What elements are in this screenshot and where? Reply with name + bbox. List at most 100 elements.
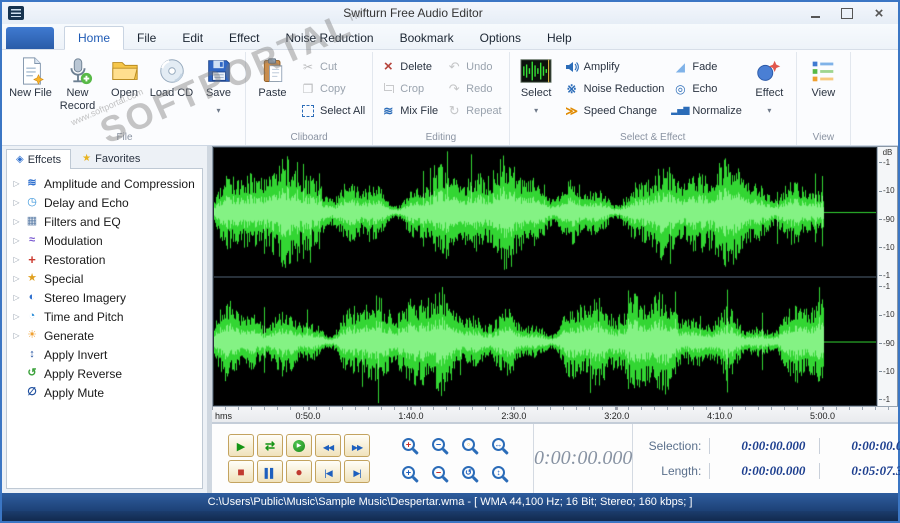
apply-invert-icon bbox=[24, 349, 40, 360]
effect-button[interactable]: Effect bbox=[746, 53, 793, 108]
save-dropdown-arrow-icon[interactable] bbox=[216, 100, 220, 108]
zoom-in-button[interactable] bbox=[398, 434, 419, 455]
app-menu-icon[interactable] bbox=[8, 6, 24, 20]
application-menu-button[interactable] bbox=[6, 27, 54, 49]
expand-arrow-icon[interactable] bbox=[9, 217, 24, 226]
tree-item-modulation[interactable]: Modulation bbox=[9, 231, 200, 250]
minimize-button[interactable] bbox=[802, 5, 828, 21]
vertical-zoom-in-button[interactable] bbox=[398, 462, 419, 483]
tab-help[interactable]: Help bbox=[534, 27, 585, 49]
select-all-button[interactable]: Select All bbox=[296, 100, 369, 121]
expand-arrow-icon[interactable] bbox=[9, 331, 24, 340]
paste-clipboard-icon bbox=[259, 55, 287, 87]
crop-button[interactable]: Crop bbox=[376, 78, 442, 99]
undo-button[interactable]: Undo bbox=[442, 56, 505, 77]
tree-item-generate[interactable]: Generate bbox=[9, 326, 200, 345]
redo-button[interactable]: Redo bbox=[442, 78, 505, 99]
record-button[interactable] bbox=[286, 460, 312, 483]
new-file-button[interactable]: New File bbox=[7, 53, 54, 100]
expand-arrow-icon[interactable] bbox=[9, 293, 24, 302]
go-to-start-button[interactable] bbox=[315, 460, 341, 483]
tab-home[interactable]: Home bbox=[64, 26, 125, 50]
repeat-button[interactable]: Repeat bbox=[442, 100, 505, 121]
tree-item-apply-reverse[interactable]: Apply Reverse bbox=[9, 364, 200, 383]
loop-button[interactable] bbox=[257, 434, 283, 457]
select-button[interactable]: Select bbox=[513, 53, 560, 108]
select-all-icon bbox=[300, 103, 316, 119]
echo-button[interactable]: Echo bbox=[668, 78, 746, 99]
paste-button[interactable]: Paste bbox=[249, 53, 296, 100]
zoom-all-button[interactable] bbox=[488, 434, 509, 455]
cut-button[interactable]: Cut bbox=[296, 56, 369, 77]
window-title: Swifturn Free Audio Editor bbox=[343, 6, 483, 20]
tree-item-apply-mute[interactable]: Apply Mute bbox=[9, 383, 200, 402]
tab-noise-reduction[interactable]: Noise Reduction bbox=[273, 27, 387, 49]
modulation-icon bbox=[24, 235, 40, 246]
fast-forward-button[interactable] bbox=[344, 434, 370, 457]
waveform-left-channel[interactable] bbox=[214, 148, 876, 276]
tab-file[interactable]: File bbox=[124, 27, 169, 49]
tree-item-time-and-pitch[interactable]: Time and Pitch bbox=[9, 307, 200, 326]
tree-item-filters-and-eq[interactable]: Filters and EQ bbox=[9, 212, 200, 231]
expand-arrow-icon[interactable] bbox=[9, 179, 24, 188]
zoom-out-button[interactable] bbox=[428, 434, 449, 455]
expand-arrow-icon[interactable] bbox=[9, 255, 24, 264]
vertical-zoom-out-button[interactable] bbox=[428, 462, 449, 483]
tab-edit[interactable]: Edit bbox=[169, 27, 216, 49]
pause-button[interactable] bbox=[257, 460, 283, 483]
pause-icon bbox=[265, 464, 276, 480]
tab-options[interactable]: Options bbox=[467, 27, 534, 49]
save-button[interactable]: Save bbox=[195, 53, 242, 108]
tab-effect[interactable]: Effect bbox=[216, 27, 272, 49]
normalize-button[interactable]: Normalize bbox=[668, 100, 746, 121]
timeline-ruler[interactable]: hms 0:50.0 1:40.0 2:30.0 3:20.0 4:10.0 5… bbox=[212, 406, 898, 423]
expand-arrow-icon[interactable] bbox=[9, 198, 24, 207]
ribbon: New File New Record Open Load CD Save ▾ … bbox=[2, 50, 898, 146]
zoom-restore-button[interactable] bbox=[458, 462, 479, 483]
play-button[interactable] bbox=[228, 434, 254, 457]
select-dropdown-arrow-icon[interactable] bbox=[534, 100, 538, 108]
open-button[interactable]: Open bbox=[101, 53, 148, 100]
play-selection-button[interactable] bbox=[286, 434, 312, 457]
vertical-zoom-in-icon bbox=[402, 466, 415, 479]
fade-button[interactable]: Fade bbox=[668, 56, 746, 77]
tree-item-apply-invert[interactable]: Apply Invert bbox=[9, 345, 200, 364]
sidebar-tab-favorites[interactable]: ★ Favorites bbox=[72, 149, 150, 168]
play-selection-icon bbox=[293, 439, 305, 452]
tree-item-special[interactable]: Special bbox=[9, 269, 200, 288]
transport-bar: 0:00:00.000 Selection: 0:00:00.000 0:00:… bbox=[212, 423, 900, 493]
maximize-button[interactable] bbox=[834, 5, 860, 21]
copy-icon bbox=[300, 81, 316, 97]
ribbon-group-clipboard: Paste Cut Copy Select All Cliboard bbox=[246, 52, 374, 145]
load-cd-button[interactable]: Load CD bbox=[148, 53, 195, 100]
waveform-right-channel[interactable] bbox=[214, 277, 876, 405]
zoom-selection-button[interactable] bbox=[458, 434, 479, 455]
noise-reduction-button[interactable]: Noise Reduction bbox=[560, 78, 669, 99]
noise-reduction-icon bbox=[564, 81, 580, 97]
speed-change-button[interactable]: Speed Change bbox=[560, 100, 669, 121]
amplify-button[interactable]: Amplify bbox=[560, 56, 669, 77]
close-button[interactable] bbox=[866, 5, 892, 21]
sidebar-tab-effects[interactable]: ◈ Effcets bbox=[6, 149, 72, 169]
go-to-start-icon bbox=[324, 464, 331, 480]
expand-arrow-icon[interactable] bbox=[9, 312, 24, 321]
tree-item-amplitude-and-compression[interactable]: Amplitude and Compression bbox=[9, 174, 200, 193]
new-record-button[interactable]: New Record bbox=[54, 53, 101, 112]
tree-item-delay-and-echo[interactable]: Delay and Echo bbox=[9, 193, 200, 212]
expand-arrow-icon[interactable] bbox=[9, 274, 24, 283]
delete-button[interactable]: Delete bbox=[376, 56, 442, 77]
tab-bookmark[interactable]: Bookmark bbox=[387, 27, 467, 49]
rewind-button[interactable] bbox=[315, 434, 341, 457]
zoom-fit-button[interactable] bbox=[488, 462, 509, 483]
select-waveform-icon bbox=[519, 55, 553, 87]
tree-item-restoration[interactable]: Restoration bbox=[9, 250, 200, 269]
view-button[interactable]: View bbox=[800, 53, 847, 100]
expand-arrow-icon[interactable] bbox=[9, 236, 24, 245]
apply-reverse-icon bbox=[24, 368, 40, 379]
go-to-end-button[interactable] bbox=[344, 460, 370, 483]
tree-item-stereo-imagery[interactable]: Stereo Imagery bbox=[9, 288, 200, 307]
stop-button[interactable] bbox=[228, 460, 254, 483]
copy-button[interactable]: Copy bbox=[296, 78, 369, 99]
effect-dropdown-arrow-icon[interactable] bbox=[767, 100, 771, 108]
mix-file-button[interactable]: Mix File bbox=[376, 100, 442, 121]
